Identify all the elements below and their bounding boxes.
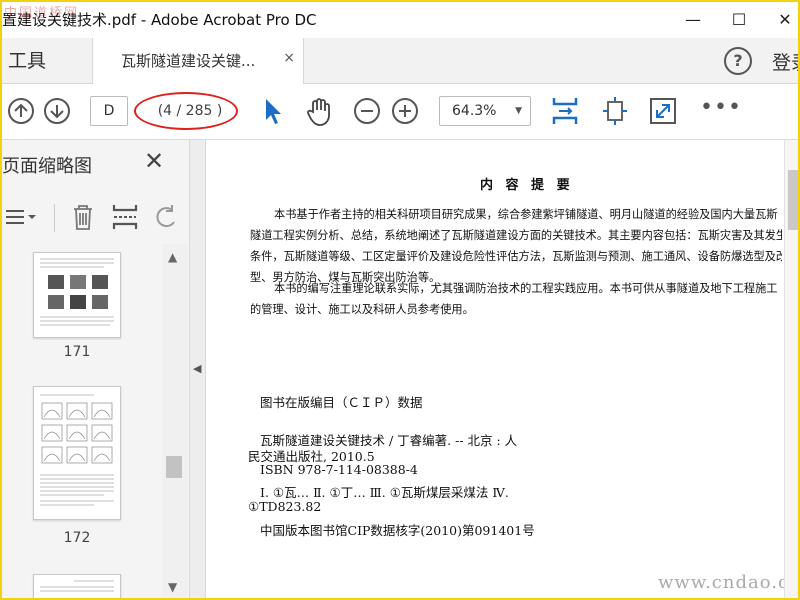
select-cursor-icon[interactable] bbox=[256, 94, 290, 128]
zoom-level-select[interactable]: 64.3% ▼ bbox=[439, 96, 531, 126]
panel-collapse-handle[interactable]: ◀ bbox=[190, 140, 206, 598]
page-thumbnails-panel: 页面缩略图 ✕ 171 172 ▲ ▼ bbox=[2, 140, 190, 598]
red-highlight-ellipse bbox=[134, 92, 238, 130]
maximize-button[interactable]: ☐ bbox=[724, 6, 754, 34]
tab-close-icon[interactable]: × bbox=[283, 50, 295, 66]
text-line: 条件，瓦斯隧道等级、工区定量评价及建设危险性评估方法，瓦斯监测与预测、施工通风、… bbox=[250, 250, 782, 263]
chevron-down-icon: ▼ bbox=[515, 106, 522, 116]
thumbnail-options-icon[interactable] bbox=[4, 202, 38, 232]
extract-page-icon[interactable] bbox=[110, 202, 140, 232]
panel-close-icon[interactable]: ✕ bbox=[144, 149, 164, 173]
thumbnail-page[interactable] bbox=[33, 386, 121, 520]
text-line: 本书基于作者主持的相关科研项目研究成果，综合参建紫坪铺隧道、明月山隧道的经验及国… bbox=[274, 208, 778, 221]
text-line: 本书的编写注重理论联系实际，尤其强调防治技术的工程实践应用。本书可供从事隧道及地… bbox=[274, 282, 778, 295]
cip-title: 图书在版编目（ＣＩＰ）数据 bbox=[260, 395, 423, 410]
more-tools-icon[interactable]: ••• bbox=[700, 97, 742, 119]
scrollbar-thumb[interactable] bbox=[166, 456, 182, 478]
scroll-up-icon[interactable]: ▲ bbox=[168, 250, 177, 264]
thumbnail-scrollbar[interactable]: ▲ ▼ bbox=[162, 244, 188, 598]
zoom-level-value: 64.3% bbox=[452, 103, 497, 119]
tab-bar: 工具 瓦斯隧道建设关键... × ? 登录 bbox=[2, 38, 798, 84]
minimize-button[interactable]: — bbox=[678, 6, 708, 34]
summary-paragraph-1: 本书基于作者主持的相关科研项目研究成果，综合参建紫坪铺隧道、明月山隧道的经验及国… bbox=[250, 204, 782, 288]
help-icon[interactable]: ? bbox=[724, 47, 752, 75]
document-scrollbar[interactable] bbox=[784, 140, 798, 598]
thumbnail-page[interactable] bbox=[33, 574, 121, 598]
text-line: 的管理、设计、施工以及科研人员参考使用。 bbox=[250, 303, 474, 316]
scroll-down-icon[interactable]: ▼ bbox=[168, 580, 177, 594]
panel-toolbar-divider bbox=[54, 204, 55, 232]
window-frame: 置建设关键技术.pdf - Adobe Acrobat Pro DC 中国道桥网… bbox=[0, 0, 800, 600]
site-watermark: www.cndao.com bbox=[658, 572, 798, 593]
thumbnail-page-number: 171 bbox=[63, 344, 91, 360]
summary-paragraph-2: 本书的编写注重理论联系实际，尤其强调防治技术的工程实践应用。本书可供从事隧道及地… bbox=[250, 278, 782, 320]
previous-page-icon[interactable] bbox=[8, 98, 34, 124]
login-button[interactable]: 登录 bbox=[772, 48, 798, 75]
cip-line: 中国版本图书馆CIP数据核字(2010)第091401号 bbox=[260, 523, 535, 538]
document-heading: 内 容 提 要 bbox=[480, 178, 574, 193]
close-window-button[interactable]: ✕ bbox=[770, 6, 798, 34]
thumbnail-page-number: 172 bbox=[63, 530, 91, 546]
zoom-in-icon[interactable] bbox=[392, 98, 418, 124]
full-screen-icon[interactable] bbox=[646, 94, 680, 128]
top-watermark: 中国道桥网 bbox=[4, 6, 80, 21]
next-page-icon[interactable] bbox=[44, 98, 70, 124]
cip-line: ISBN 978-7-114-08388-4 bbox=[260, 462, 418, 477]
fit-page-icon[interactable] bbox=[548, 94, 582, 128]
hand-tool-icon[interactable] bbox=[302, 94, 336, 128]
toolbar: D (4 / 285 ) 64.3% ▼ ••• bbox=[2, 84, 798, 140]
cip-line: ①TD823.82 bbox=[248, 499, 322, 514]
tab-document[interactable]: 瓦斯隧道建设关键... × bbox=[92, 38, 304, 84]
tab-tools[interactable]: 工具 bbox=[2, 38, 46, 84]
collapse-left-icon[interactable]: ◀ bbox=[193, 362, 201, 375]
delete-page-icon[interactable] bbox=[68, 202, 98, 232]
text-line: 隧道工程实例分析、总结，系统地阐述了瓦斯隧道建设方面的关键技术。其主要内容包括：… bbox=[250, 229, 782, 242]
title-bar: 置建设关键技术.pdf - Adobe Acrobat Pro DC 中国道桥网… bbox=[2, 2, 798, 38]
thumbnail-page[interactable] bbox=[33, 252, 121, 338]
thumbnail-list: 171 172 bbox=[2, 244, 162, 598]
panel-title: 页面缩略图 bbox=[2, 156, 92, 177]
rotate-view-icon[interactable] bbox=[598, 94, 632, 128]
zoom-out-icon[interactable] bbox=[354, 98, 380, 124]
scrollbar-thumb[interactable] bbox=[788, 170, 798, 230]
rotate-page-icon[interactable] bbox=[152, 202, 182, 232]
panel-toolbar bbox=[2, 196, 190, 240]
page-number-input[interactable]: D bbox=[90, 96, 128, 126]
tab-document-label: 瓦斯隧道建设关键... bbox=[121, 52, 256, 70]
